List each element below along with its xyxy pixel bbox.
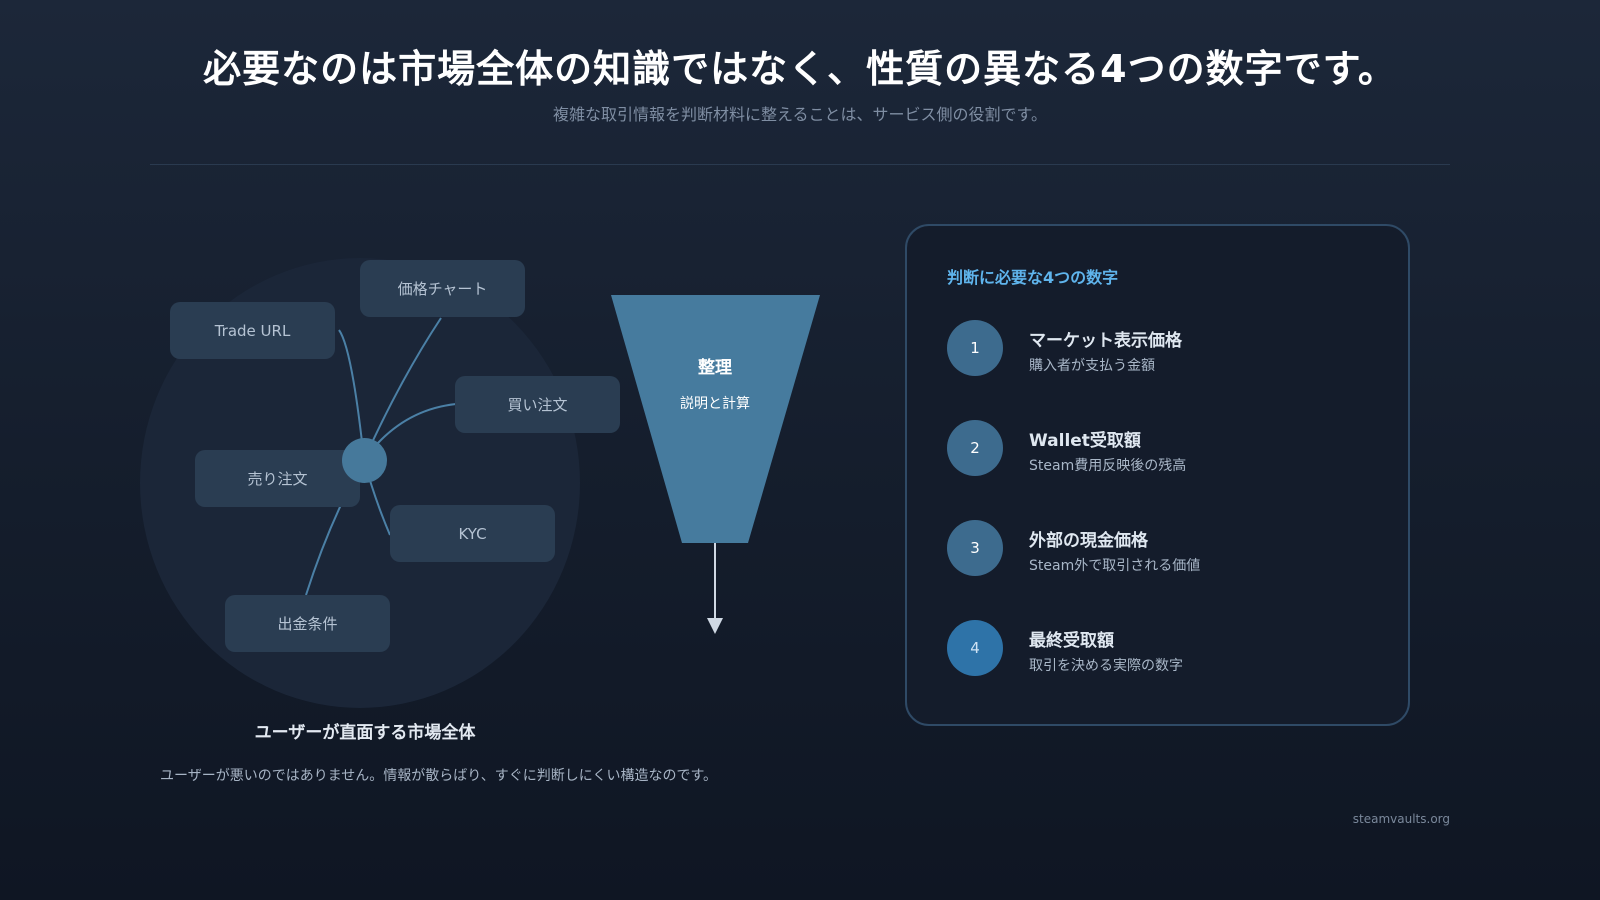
metric-number-badge: 1 bbox=[947, 320, 1003, 376]
metric-description: Steam外で取引される価値 bbox=[1029, 558, 1201, 574]
metric-item-1: 1 マーケット表示価格 購入者が支払う金額 bbox=[947, 320, 1387, 380]
metric-title: 最終受取額 bbox=[1029, 631, 1114, 651]
footer-site: steamvaults.org bbox=[1352, 812, 1450, 826]
metric-item-3: 3 外部の現金価格 Steam外で取引される価値 bbox=[947, 520, 1387, 580]
metric-number-badge: 4 bbox=[947, 620, 1003, 676]
metric-title: 外部の現金価格 bbox=[1029, 531, 1148, 551]
metric-title: マーケット表示価格 bbox=[1029, 331, 1182, 351]
metric-description: 取引を決める実際の数字 bbox=[1029, 658, 1183, 674]
metric-item-2: 2 Wallet受取額 Steam費用反映後の残高 bbox=[947, 420, 1387, 480]
metric-description: Steam費用反映後の残高 bbox=[1029, 458, 1187, 474]
metric-number-badge: 3 bbox=[947, 520, 1003, 576]
metric-number-badge: 2 bbox=[947, 420, 1003, 476]
funnel-shape bbox=[611, 295, 820, 543]
arrow-down-icon bbox=[707, 618, 723, 634]
metric-title: Wallet受取額 bbox=[1029, 431, 1141, 451]
metric-item-4: 4 最終受取額 取引を決める実際の数字 bbox=[947, 620, 1387, 680]
funnel-title: 整理 bbox=[698, 358, 732, 378]
metric-description: 購入者が支払う金額 bbox=[1029, 358, 1155, 374]
funnel-subtitle: 説明と計算 bbox=[680, 396, 750, 412]
panel-title: 判断に必要な4つの数字 bbox=[947, 268, 1119, 287]
